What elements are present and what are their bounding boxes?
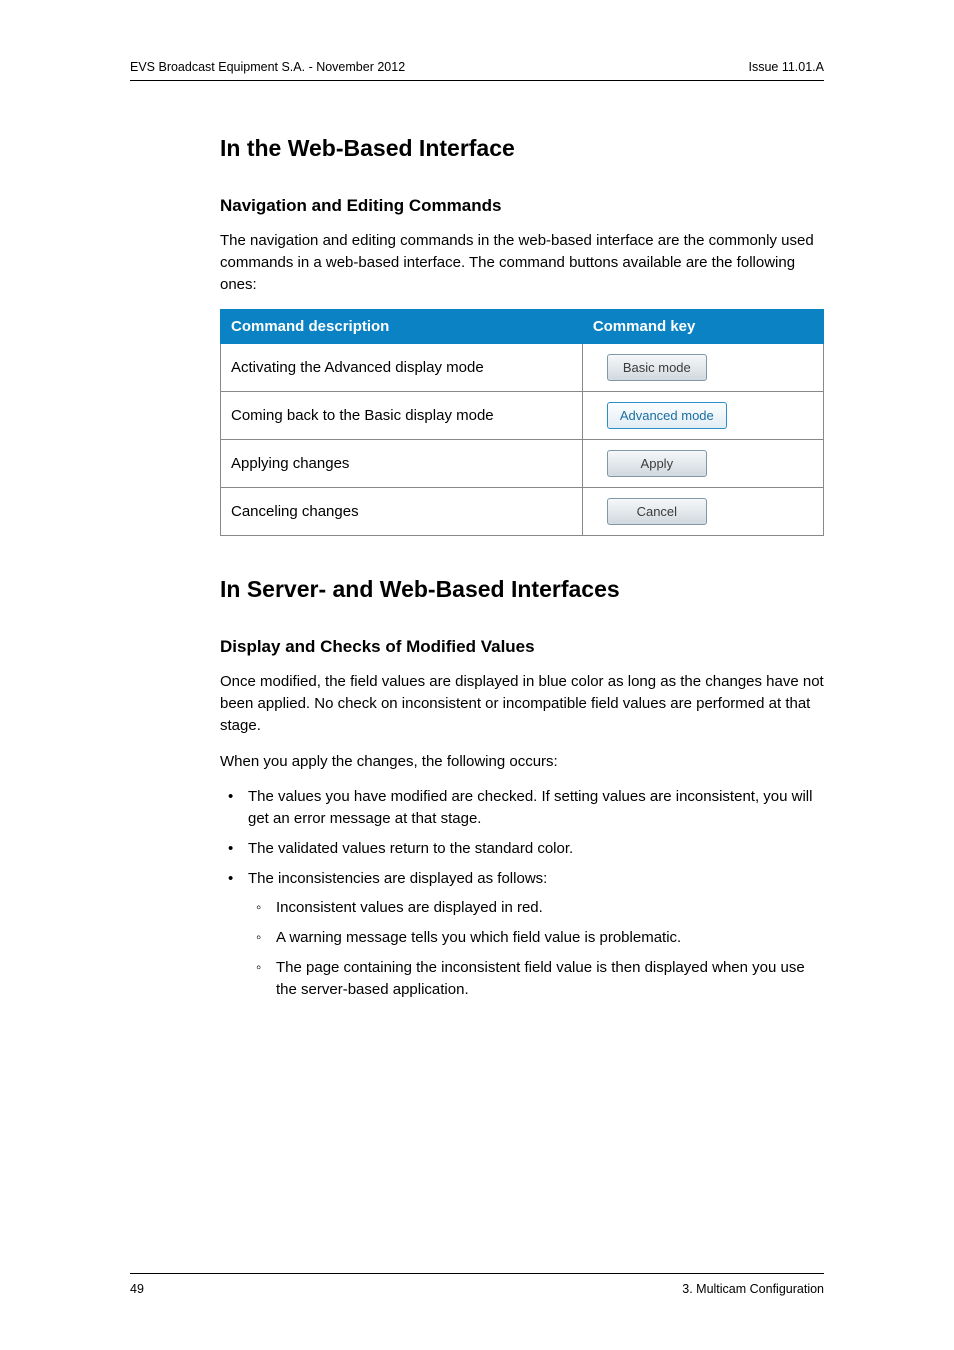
section2-sub1-heading: Display and Checks of Modified Values: [220, 637, 824, 657]
table-row: Activating the Advanced display mode Bas…: [221, 344, 824, 392]
cmd-key-cell: Cancel: [582, 488, 823, 536]
list-item: The validated values return to the stand…: [220, 838, 824, 860]
header-left: EVS Broadcast Equipment S.A. - November …: [130, 60, 405, 74]
cancel-button[interactable]: Cancel: [607, 498, 707, 525]
list-item: A warning message tells you which field …: [248, 927, 824, 949]
section2-para1: Once modified, the field values are disp…: [220, 671, 824, 736]
cmd-desc: Activating the Advanced display mode: [221, 344, 583, 392]
advanced-mode-button[interactable]: Advanced mode: [607, 402, 727, 429]
cmd-key-cell: Apply: [582, 440, 823, 488]
list-item: Inconsistent values are displayed in red…: [248, 897, 824, 919]
content-area: In the Web-Based Interface Navigation an…: [220, 135, 824, 1000]
apply-button[interactable]: Apply: [607, 450, 707, 477]
section1-sub1-heading: Navigation and Editing Commands: [220, 196, 824, 216]
section2-para2: When you apply the changes, the followin…: [220, 751, 824, 773]
cmd-key-cell: Advanced mode: [582, 392, 823, 440]
section1-sub1-intro: The navigation and editing commands in t…: [220, 230, 824, 295]
table-header-key: Command key: [582, 310, 823, 344]
cmd-desc: Canceling changes: [221, 488, 583, 536]
footer-section-label: 3. Multicam Configuration: [682, 1282, 824, 1296]
list-item: The inconsistencies are displayed as fol…: [220, 868, 824, 1001]
cmd-desc: Coming back to the Basic display mode: [221, 392, 583, 440]
table-row: Canceling changes Cancel: [221, 488, 824, 536]
footer-page-number: 49: [130, 1282, 144, 1296]
page-footer: 49 3. Multicam Configuration: [130, 1273, 824, 1296]
table-row: Coming back to the Basic display mode Ad…: [221, 392, 824, 440]
section2-heading: In Server- and Web-Based Interfaces: [220, 576, 824, 603]
list-item: The page containing the inconsistent fie…: [248, 957, 824, 1001]
section1-heading: In the Web-Based Interface: [220, 135, 824, 162]
commands-table: Command description Command key Activati…: [220, 309, 824, 536]
cmd-key-cell: Basic mode: [582, 344, 823, 392]
table-header-desc: Command description: [221, 310, 583, 344]
list-item-text: The inconsistencies are displayed as fol…: [248, 870, 547, 887]
basic-mode-button[interactable]: Basic mode: [607, 354, 707, 381]
bullet-list: The values you have modified are checked…: [220, 786, 824, 1000]
page-header: EVS Broadcast Equipment S.A. - November …: [130, 60, 824, 81]
table-row: Applying changes Apply: [221, 440, 824, 488]
sub-bullet-list: Inconsistent values are displayed in red…: [248, 897, 824, 1000]
header-right: Issue 11.01.A: [748, 60, 824, 74]
list-item: The values you have modified are checked…: [220, 786, 824, 830]
cmd-desc: Applying changes: [221, 440, 583, 488]
